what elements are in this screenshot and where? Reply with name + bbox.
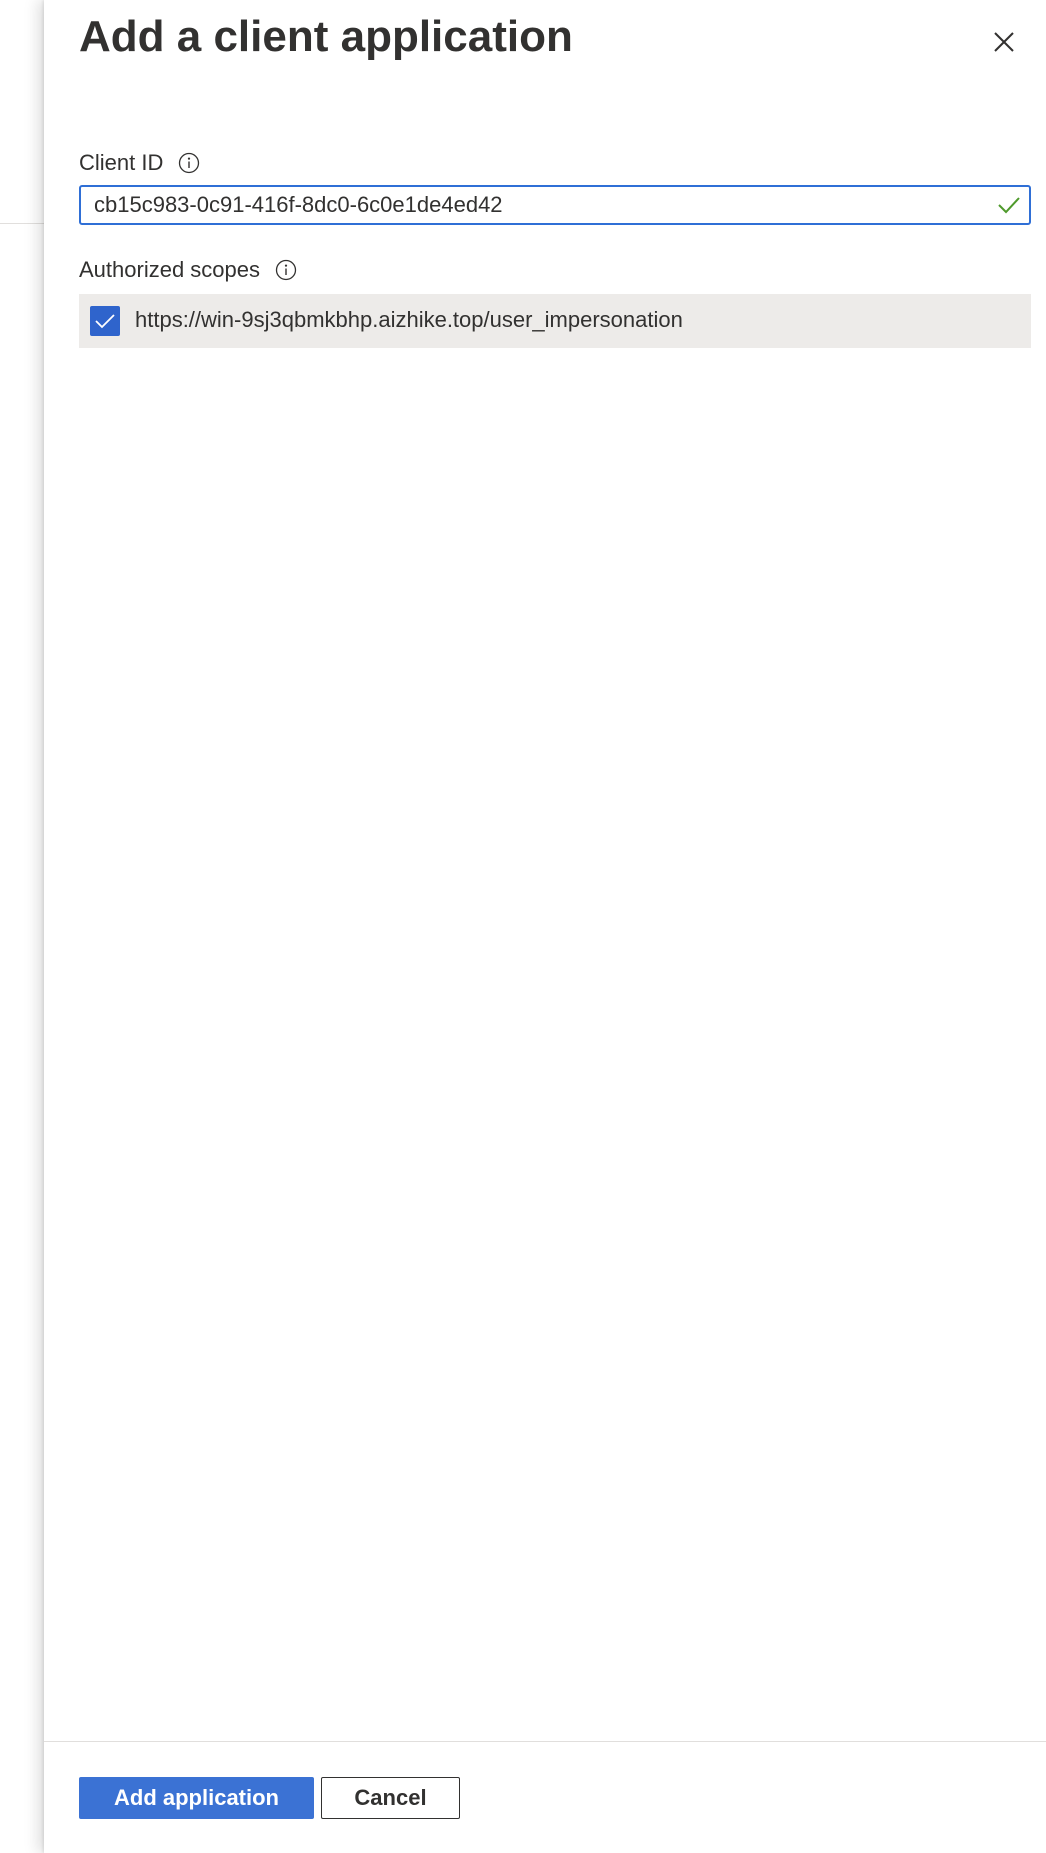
- close-icon: [994, 32, 1014, 52]
- client-id-label: Client ID: [79, 150, 164, 175]
- authorized-scopes-label: Authorized scopes: [79, 257, 260, 282]
- scope-checkbox[interactable]: [90, 306, 120, 336]
- background-divider: [0, 223, 44, 224]
- close-button[interactable]: [984, 22, 1024, 62]
- cancel-button[interactable]: Cancel: [321, 1777, 460, 1819]
- checkmark-icon: [998, 197, 1020, 214]
- panel-title: Add a client application: [79, 12, 573, 61]
- client-id-field: [79, 185, 1031, 225]
- authorized-scopes-label-row: Authorized scopes: [79, 257, 298, 283]
- client-id-input[interactable]: [81, 187, 974, 223]
- info-icon[interactable]: [274, 258, 298, 282]
- background-page: [0, 0, 44, 1853]
- client-id-label-row: Client ID: [79, 150, 201, 176]
- scope-label: https://win-9sj3qbmkbhp.aizhike.top/user…: [135, 307, 683, 332]
- add-application-button[interactable]: Add application: [79, 1777, 314, 1819]
- checkbox-checked-icon: [95, 314, 115, 329]
- add-client-app-panel: Add a client application Client ID Autho…: [44, 0, 1046, 1853]
- footer-divider: [44, 1741, 1046, 1742]
- scope-list-item[interactable]: https://win-9sj3qbmkbhp.aizhike.top/user…: [79, 294, 1031, 348]
- info-icon[interactable]: [177, 151, 201, 175]
